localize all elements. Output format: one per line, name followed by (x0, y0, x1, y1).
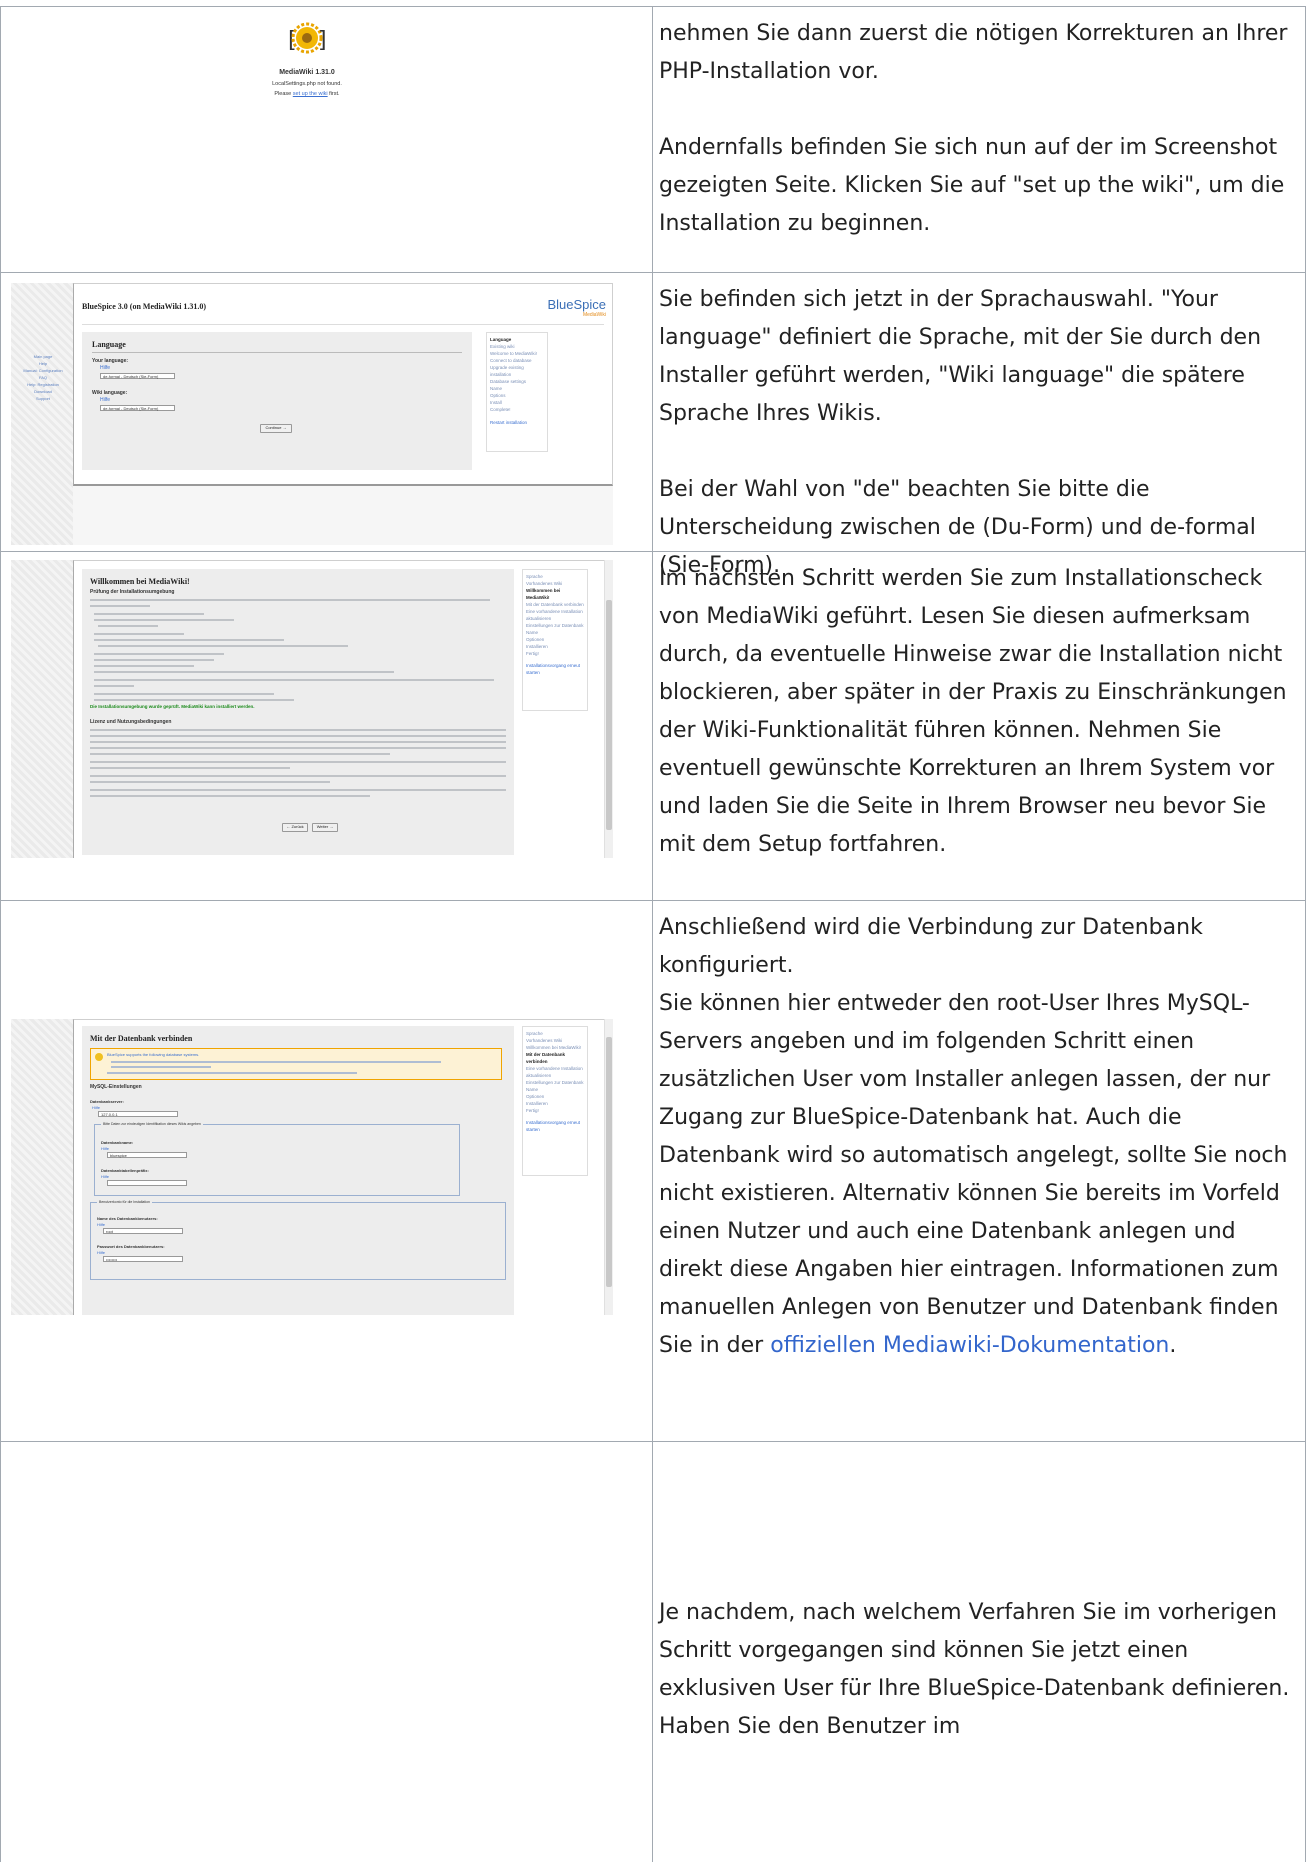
screenshot-cell: Main page Help Manual: Configuration FAQ… (0, 273, 653, 551)
description-cell: Je nachdem, nach welchem Verfahren Sie i… (653, 1442, 1306, 1862)
paragraph: Andernfalls befinden Sie sich nun auf de… (659, 135, 1285, 236)
screenshot-cell: Willkommen bei MediaWiki! Prüfung der In… (0, 552, 653, 900)
welcome-heading: Willkommen bei MediaWiki! (90, 577, 190, 586)
sidebar-links: Main page Help Manual: Configuration FAQ… (23, 354, 63, 401)
screenshot-cell: Mit der Datenbank verbinden BlueSpice su… (0, 901, 653, 1441)
installer-panel: BlueSpice 3.0 (on MediaWiki 1.31.0) Blue… (73, 283, 613, 486)
table-row: [ ] MediaWiki 1.31.0 LocalSettings.php n… (0, 7, 1306, 273)
mediawiki-docs-link[interactable]: offiziellen Mediawiki-Dokumentation (770, 1333, 1169, 1358)
screenshot-localsettings[interactable]: [ ] MediaWiki 1.31.0 LocalSettings.php n… (1, 11, 613, 266)
content-table: [ ] MediaWiki 1.31.0 LocalSettings.php n… (0, 6, 1306, 1862)
env-ok-line: Die Installationsumgebung wurde geprüft.… (90, 704, 255, 709)
screenshot-welcome[interactable]: Willkommen bei MediaWiki! Prüfung der In… (11, 560, 613, 858)
next-button[interactable]: Weiter → (312, 823, 338, 832)
description-cell: Anschließend wird die Verbindung zur Dat… (653, 901, 1306, 1441)
paragraph: Sie befinden sich jetzt in der Sprachaus… (659, 287, 1262, 426)
fieldset-account: Benutzerkonto für die Installation Name … (90, 1199, 506, 1280)
paragraph: Sie können hier entweder den root-User I… (659, 991, 1288, 1358)
paragraph: Je nachdem, nach welchem Verfahren Sie i… (659, 1600, 1290, 1739)
db-server-input[interactable]: 127.0.0.1 (98, 1111, 178, 1117)
table-row: Main page Help Manual: Configuration FAQ… (0, 273, 1306, 578)
help-link[interactable]: Hilfe (100, 365, 110, 372)
screenshot-cell (0, 1442, 653, 1862)
db-password-input[interactable]: •••••••• (103, 1256, 183, 1262)
continue-button[interactable]: Continue → (260, 424, 292, 433)
back-button[interactable]: ← Zurück (282, 823, 308, 832)
database-form: Mit der Datenbank verbinden BlueSpice su… (82, 1026, 514, 1315)
installer-steps: Language Existing wiki Welcome to MediaW… (486, 332, 548, 452)
localsettings-notice: LocalSettings.php not found. (272, 81, 342, 87)
your-language-select[interactable]: de-formal - Deutsch (Sie-Form) (100, 373, 175, 379)
svg-text:]: ] (318, 28, 327, 53)
screenshot-database[interactable]: Mit der Datenbank verbinden BlueSpice su… (11, 1019, 613, 1315)
scrollbar[interactable] (604, 1019, 613, 1315)
language-heading: Language (92, 340, 126, 349)
description-cell: Im nächsten Schritt werden Sie zum Insta… (653, 552, 1306, 900)
paragraph: Im nächsten Schritt werden Sie zum Insta… (659, 566, 1287, 857)
installer-steps: Sprache Vorhandenes Wiki Willkommen bei … (522, 1026, 588, 1176)
wiki-language-select[interactable]: de-formal - Deutsch (Sie-Form) (100, 405, 175, 411)
scrollbar[interactable] (604, 560, 613, 858)
mediawiki-logo-icon: [ ] (287, 19, 327, 59)
db-user-input[interactable]: root (103, 1228, 183, 1234)
screenshot-cell: [ ] MediaWiki 1.31.0 LocalSettings.php n… (0, 7, 653, 272)
screenshot-language[interactable]: Main page Help Manual: Configuration FAQ… (11, 283, 613, 545)
welcome-form: Willkommen bei MediaWiki! Prüfung der In… (82, 569, 514, 855)
paragraph: nehmen Sie dann zuerst die nötigen Korre… (659, 21, 1288, 84)
description-cell: Sie befinden sich jetzt in der Sprachaus… (653, 273, 1306, 578)
table-row: Je nachdem, nach welchem Verfahren Sie i… (0, 1442, 1306, 1862)
paragraph: Anschließend wird die Verbindung zur Dat… (659, 915, 1203, 978)
info-icon (95, 1053, 103, 1061)
db-heading: Mit der Datenbank verbinden (90, 1034, 193, 1043)
installer-header: BlueSpice 3.0 (on MediaWiki 1.31.0) (82, 302, 207, 311)
db-name-input[interactable]: bluespice (107, 1152, 187, 1158)
installer-steps: Sprache Vorhandenes Wiki Willkommen bei … (522, 569, 588, 711)
fieldset-identification: Bitte Daten zur eindeutigen Identifikati… (94, 1121, 460, 1196)
table-row: Willkommen bei MediaWiki! Prüfung der In… (0, 552, 1306, 901)
bluespice-logo: BlueSpice MediaWiki (547, 297, 606, 319)
db-notice-box: BlueSpice supports the following databas… (90, 1048, 502, 1080)
help-link[interactable]: Hilfe (100, 397, 110, 404)
db-prefix-input[interactable] (107, 1180, 187, 1186)
table-row: Mit der Datenbank verbinden BlueSpice su… (0, 901, 1306, 1442)
setup-line: Please set up the wiki first. (274, 91, 340, 97)
description-cell: nehmen Sie dann zuerst die nötigen Korre… (653, 7, 1306, 272)
mw-version-title: MediaWiki 1.31.0 (279, 69, 335, 76)
language-form: Language Your language: Hilfe de-formal … (82, 332, 472, 470)
setup-wiki-link[interactable]: set up the wiki (293, 91, 328, 97)
